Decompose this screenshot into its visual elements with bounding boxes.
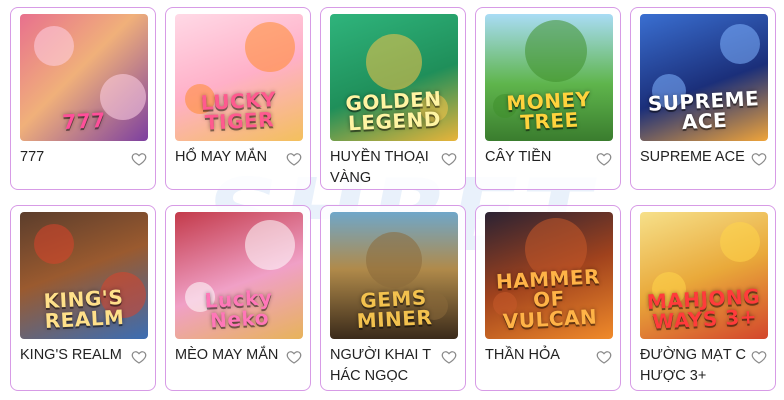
game-logo-text: SUPREME ACE xyxy=(647,86,760,135)
thumbnail-art-shape xyxy=(525,20,587,82)
game-card[interactable]: Lucky Neko MÈO MAY MẮN xyxy=(165,205,311,391)
game-thumbnail[interactable]: MONEY TREE xyxy=(485,14,613,141)
game-name[interactable]: HUYỀN THOẠI VÀNG xyxy=(330,147,438,189)
thumbnail-art-shape xyxy=(366,34,422,90)
game-card[interactable]: MONEY TREE CÂY TIỀN xyxy=(475,7,621,190)
game-thumbnail[interactable]: KING'S REALM xyxy=(20,212,148,339)
game-logo-text: LUCKY TIGER xyxy=(200,87,277,135)
game-card[interactable]: LUCKY TIGER HỔ MAY MẮN xyxy=(165,7,311,190)
game-card[interactable]: SUPREME ACE SUPREME ACE xyxy=(630,7,776,190)
game-grid: 777 777 LUCKY TIGER HỔ MAY MẮN GOLDEN LEGEND… xyxy=(10,7,776,391)
game-thumbnail[interactable]: GOLDEN LEGEND xyxy=(330,14,458,141)
game-card[interactable]: GEMS MINER NGƯỜI KHAI THÁC NGỌC xyxy=(320,205,466,391)
game-card[interactable]: 777 777 xyxy=(10,7,156,190)
favorite-heart-icon[interactable] xyxy=(441,349,457,365)
game-thumbnail[interactable]: 777 xyxy=(20,14,148,141)
thumbnail-art-shape xyxy=(34,224,74,264)
game-name[interactable]: SUPREME ACE xyxy=(640,147,748,168)
thumbnail-art-shape xyxy=(34,26,74,66)
game-logo-text: GOLDEN LEGEND xyxy=(344,86,443,136)
game-logo-text: Lucky Neko xyxy=(204,285,273,333)
thumbnail-art-shape xyxy=(245,22,295,72)
thumbnail-art-shape xyxy=(720,222,760,262)
game-name[interactable]: 777 xyxy=(20,147,128,168)
game-thumbnail[interactable]: MAHJONG WAYS 3+ xyxy=(640,212,768,339)
game-name[interactable]: NGƯỜI KHAI THÁC NGỌC xyxy=(330,345,438,387)
game-logo-text: KING'S REALM xyxy=(43,284,125,334)
favorite-heart-icon[interactable] xyxy=(131,349,147,365)
favorite-heart-icon[interactable] xyxy=(751,151,767,167)
game-logo-text: HAMMER OF VULCAN xyxy=(495,264,601,334)
game-name[interactable]: KING'S REALM xyxy=(20,345,128,366)
game-thumbnail[interactable]: GEMS MINER xyxy=(330,212,458,339)
game-thumbnail[interactable]: SUPREME ACE xyxy=(640,14,768,141)
game-name[interactable]: HỔ MAY MẮN xyxy=(175,147,283,168)
game-logo-text: GEMS MINER xyxy=(356,285,433,333)
game-name[interactable]: CÂY TIỀN xyxy=(485,147,593,168)
game-card[interactable]: GOLDEN LEGEND HUYỀN THOẠI VÀNG xyxy=(320,7,466,190)
favorite-heart-icon[interactable] xyxy=(751,349,767,365)
game-thumbnail[interactable]: Lucky Neko xyxy=(175,212,303,339)
favorite-heart-icon[interactable] xyxy=(596,151,612,167)
game-name[interactable]: ĐƯỜNG MẠT CHƯỢC 3+ xyxy=(640,345,748,387)
game-card[interactable]: KING'S REALM KING'S REALM xyxy=(10,205,156,391)
favorite-heart-icon[interactable] xyxy=(131,151,147,167)
game-card[interactable]: HAMMER OF VULCAN THẦN HỎA xyxy=(475,205,621,391)
favorite-heart-icon[interactable] xyxy=(596,349,612,365)
game-thumbnail[interactable]: LUCKY TIGER xyxy=(175,14,303,141)
game-name[interactable]: MÈO MAY MẮN xyxy=(175,345,283,366)
game-logo-text: 777 xyxy=(61,107,107,135)
favorite-heart-icon[interactable] xyxy=(286,349,302,365)
thumbnail-art-shape xyxy=(720,24,760,64)
favorite-heart-icon[interactable] xyxy=(286,151,302,167)
favorite-heart-icon[interactable] xyxy=(441,151,457,167)
game-name[interactable]: THẦN HỎA xyxy=(485,345,593,366)
game-card[interactable]: MAHJONG WAYS 3+ ĐƯỜNG MẠT CHƯỢC 3+ xyxy=(630,205,776,391)
thumbnail-art-shape xyxy=(366,232,422,288)
game-logo-text: MONEY TREE xyxy=(505,86,592,135)
thumbnail-art-shape xyxy=(245,220,295,270)
game-logo-text: MAHJONG WAYS 3+ xyxy=(646,284,761,334)
game-thumbnail[interactable]: HAMMER OF VULCAN xyxy=(485,212,613,339)
